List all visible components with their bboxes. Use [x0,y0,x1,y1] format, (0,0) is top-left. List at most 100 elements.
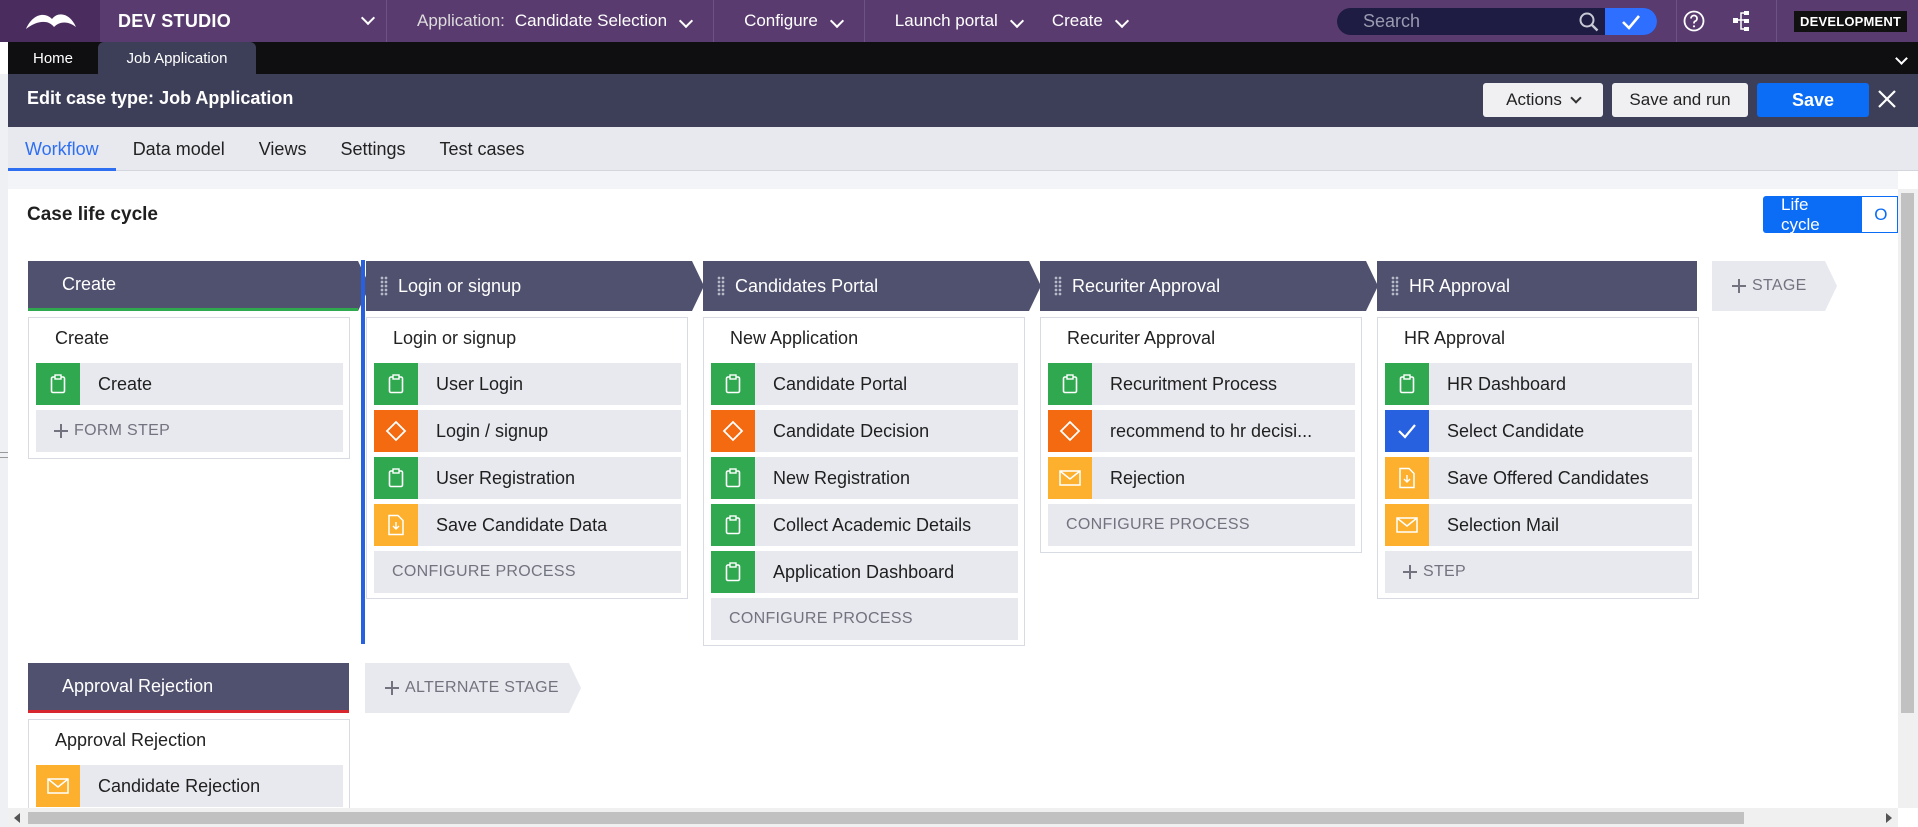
panel-resize-handle[interactable] [0,452,8,458]
stage-header-create[interactable]: Create [28,261,370,311]
step-recuritment-process[interactable]: Recuritment Process [1048,363,1355,405]
search-submit-check-icon[interactable] [1605,8,1657,35]
add-alternate-stage-button[interactable]: ALTERNATE STAGE [365,663,581,713]
step-save-candidate-data[interactable]: Save Candidate Data [374,504,681,546]
drag-handle-icon[interactable] [1391,276,1399,296]
tab-settings[interactable]: Settings [323,127,422,171]
stage-name: HR Approval [1409,275,1511,296]
process-title[interactable]: New Application [730,328,858,349]
step-label: User Login [436,373,524,394]
form-step-clipboard-icon [374,457,418,499]
drop-indicator [361,260,365,644]
tab-views[interactable]: Views [242,127,324,171]
step-login-signup[interactable]: Login / signup [374,410,681,452]
step-label: Rejection [1110,467,1186,488]
actions-button[interactable]: Actions [1483,83,1603,117]
step-candidate-rejection[interactable]: Candidate Rejection [36,765,343,807]
scroll-right-icon[interactable] [1886,813,1892,823]
other-view-toggle-button[interactable]: O [1861,196,1898,233]
email-envelope-icon [1385,504,1429,546]
step-select-candidate[interactable]: Select Candidate [1385,410,1692,452]
view-toggle: Life cycle O [1763,195,1898,234]
studio-switcher-chevron-icon[interactable] [350,0,386,42]
step-selection-mail[interactable]: Selection Mail [1385,504,1692,546]
step-hr-dashboard[interactable]: HR Dashboard [1385,363,1692,405]
tab-home[interactable]: Home [8,42,98,74]
scrollbar-thumb[interactable] [1901,193,1914,713]
step-user-login[interactable]: User Login [374,363,681,405]
configure-process-button[interactable]: CONFIGURE PROCESS [1048,504,1355,546]
drag-handle-icon[interactable] [380,276,388,296]
plus-icon [1732,279,1746,293]
configure-process-button[interactable]: CONFIGURE PROCESS [711,598,1018,640]
process-title[interactable]: Create [55,328,109,349]
launch-portal-menu[interactable]: Launch portal [865,0,1044,42]
document-tab-strip: Home Job Application [8,42,1918,74]
add-step-button[interactable]: STEP [1385,551,1692,593]
stage-header-login-or-signup[interactable]: Login or signup [366,261,704,311]
step-recommend-to-hr-decision[interactable]: recommend to hr decisi... [1048,410,1355,452]
stage-header-candidates-portal[interactable]: Candidates Portal [703,261,1041,311]
step-new-registration[interactable]: New Registration [711,457,1018,499]
pega-logo-icon[interactable] [0,0,100,42]
decision-diamond-icon [1048,410,1092,452]
step-candidate-decision[interactable]: Candidate Decision [711,410,1018,452]
scrollbar-thumb[interactable] [28,812,1744,824]
search-icon[interactable] [1579,12,1599,37]
page-title: Edit case type: Job Application [27,88,293,109]
step-collect-academic-details[interactable]: Collect Academic Details [711,504,1018,546]
plus-icon [385,681,399,695]
process-title[interactable]: HR Approval [1404,328,1505,349]
step-create[interactable]: Create [36,363,343,405]
case-type-name: Job Application [159,88,294,108]
help-icon[interactable] [1681,8,1707,34]
tab-list-chevron-icon[interactable] [1895,50,1908,68]
save-and-run-button[interactable]: Save and run [1612,83,1748,117]
stage-header-recuriter-approval[interactable]: Recuriter Approval [1040,261,1378,311]
add-form-step-button[interactable]: FORM STEP [36,410,343,452]
stage-body-create: Create Create FORM STEP [28,317,350,459]
configure-process-button[interactable]: CONFIGURE PROCESS [374,551,681,593]
step-save-offered-candidates[interactable]: Save Offered Candidates [1385,457,1692,499]
step-rejection[interactable]: Rejection [1048,457,1355,499]
process-title[interactable]: Recuriter Approval [1067,328,1215,349]
chevron-down-icon [1114,11,1129,31]
application-label: Application: [417,11,505,30]
step-label: HR Dashboard [1447,373,1567,394]
tab-data-model[interactable]: Data model [116,127,242,171]
life-cycle-toggle-button[interactable]: Life cycle [1763,195,1862,234]
process-title[interactable]: Login or signup [393,328,516,349]
chevron-down-icon [1570,92,1582,104]
step-user-registration[interactable]: User Registration [374,457,681,499]
step-application-dashboard[interactable]: Application Dashboard [711,551,1018,593]
drag-handle-icon[interactable] [1054,276,1062,296]
stage-header-approval-rejection[interactable]: Approval Rejection [28,663,349,713]
step-label: Selection Mail [1447,514,1560,535]
add-stage-label: STAGE [1752,277,1807,294]
search-input[interactable] [1363,11,1583,32]
tab-test-cases[interactable]: Test cases [423,127,542,171]
stage-name: Login or signup [398,275,522,296]
stage-body-candidates-portal: New Application Candidate Portal Candida… [703,317,1025,646]
vertical-scrollbar[interactable] [1898,189,1918,808]
scroll-left-icon[interactable] [14,813,20,823]
create-menu[interactable]: Create [1044,0,1149,42]
stage-name: Recuriter Approval [1072,275,1221,296]
horizontal-scrollbar[interactable] [8,808,1898,827]
process-title[interactable]: Approval Rejection [55,730,206,751]
step-candidate-portal[interactable]: Candidate Portal [711,363,1018,405]
configure-menu[interactable]: Configure [714,0,864,42]
tab-workflow[interactable]: Workflow [8,127,116,171]
stage-header-hr-approval[interactable]: HR Approval [1377,261,1697,311]
case-type-prefix: Edit case type: [27,88,155,108]
application-menu[interactable]: Application: Candidate Selection [387,0,713,42]
add-stage-button[interactable]: STAGE [1712,261,1837,311]
search-box [1337,8,1657,35]
save-button[interactable]: Save [1757,83,1869,117]
drag-handle-icon[interactable] [717,276,725,296]
sitemap-icon[interactable] [1729,8,1755,34]
step-label: Candidate Rejection [98,775,261,796]
close-icon[interactable] [1876,88,1898,110]
form-step-clipboard-icon [36,363,80,405]
tab-job-application[interactable]: Job Application [98,42,256,74]
